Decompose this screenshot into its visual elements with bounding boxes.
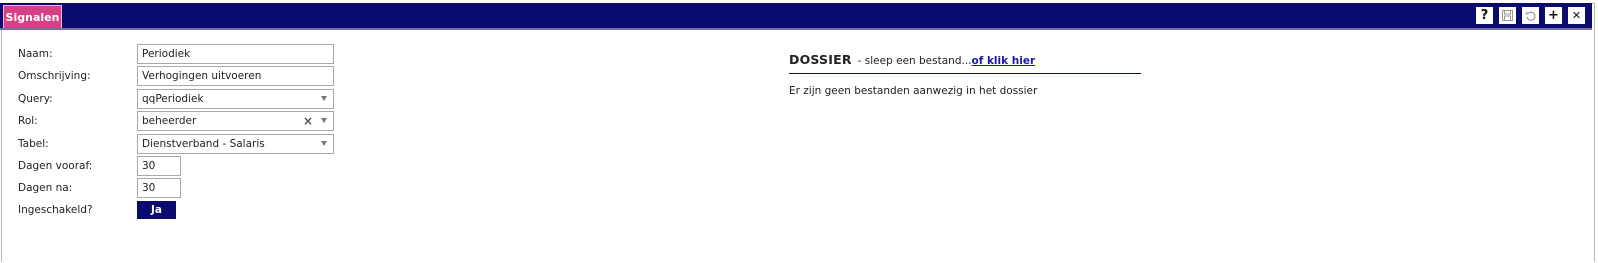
dagen-vooraf-label: Dagen vooraf: [18, 160, 93, 172]
dossier-upload-link[interactable]: of klik hier [972, 55, 1036, 67]
undo-button[interactable] [1521, 6, 1540, 25]
omschrijving-input[interactable]: Verhogingen uitvoeren [137, 66, 334, 86]
close-icon: ✕ [1571, 9, 1582, 22]
chevron-down-icon [321, 118, 327, 123]
dossier-title: DOSSIER [789, 52, 852, 67]
clear-icon[interactable]: × [303, 114, 313, 128]
chevron-down-icon [321, 141, 327, 146]
help-button[interactable]: ? [1475, 6, 1494, 25]
ingeschakeld-label: Ingeschakeld? [18, 204, 93, 216]
ingeschakeld-value: Ja [151, 204, 162, 216]
rol-value: beheerder [142, 115, 197, 127]
add-icon: + [1548, 8, 1559, 23]
undo-icon [1525, 11, 1536, 21]
dagen-na-value: 30 [142, 182, 156, 194]
tab-label: Signalen [5, 10, 60, 24]
dagen-vooraf-input[interactable]: 30 [137, 156, 181, 176]
naam-value: Periodiek [142, 48, 191, 60]
window-frame [1, 3, 1595, 262]
chevron-down-icon [321, 96, 327, 101]
dagen-na-label: Dagen na: [18, 182, 73, 194]
help-icon: ? [1480, 8, 1489, 23]
dossier-drop-hint: - sleep een bestand... [857, 55, 972, 67]
rol-select[interactable]: beheerder × [137, 111, 334, 131]
naam-input[interactable]: Periodiek [137, 44, 334, 64]
save-icon [1502, 10, 1513, 21]
rol-label: Rol: [18, 115, 38, 127]
dagen-vooraf-value: 30 [142, 160, 156, 172]
query-value: qqPeriodiek [142, 93, 204, 105]
dagen-na-input[interactable]: 30 [137, 178, 181, 198]
tabel-select[interactable]: Dienstverband - Salaris [137, 134, 334, 154]
query-label: Query: [18, 93, 53, 105]
toolbar: ? + ✕ [1475, 6, 1586, 25]
tabel-label: Tabel: [18, 138, 49, 150]
tabel-value: Dienstverband - Salaris [142, 138, 265, 150]
omschrijving-value: Verhogingen uitvoeren [142, 70, 262, 82]
tab-signalen[interactable]: Signalen [3, 5, 62, 28]
naam-label: Naam: [18, 48, 53, 60]
dossier-empty-message: Er zijn geen bestanden aanwezig in het d… [789, 85, 1038, 97]
add-button[interactable]: + [1544, 6, 1563, 25]
dossier-header: DOSSIER - sleep een bestand... of klik h… [789, 52, 1141, 74]
ingeschakeld-toggle[interactable]: Ja [137, 201, 176, 219]
close-button[interactable]: ✕ [1567, 6, 1586, 25]
header-bar: Signalen ? + ✕ [0, 3, 1592, 30]
dossier-panel: DOSSIER - sleep een bestand... of klik h… [789, 52, 1141, 97]
query-select[interactable]: qqPeriodiek [137, 89, 334, 109]
omschrijving-label: Omschrijving: [18, 70, 91, 82]
save-button[interactable] [1498, 6, 1517, 25]
